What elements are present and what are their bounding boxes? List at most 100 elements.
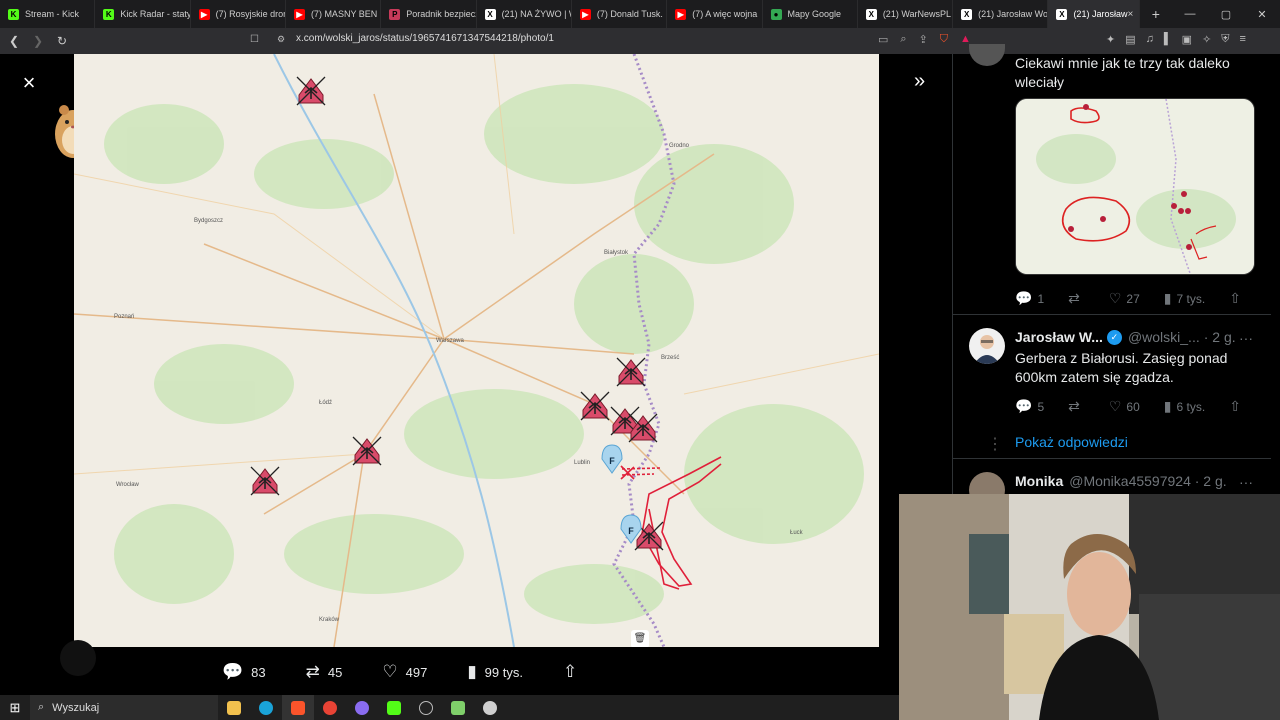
back-icon[interactable]: ❮	[4, 34, 24, 48]
tab-6[interactable]: ▶ (7) Donald Tusk.	[572, 0, 668, 28]
taskbar-search[interactable]: ⌕ Wyszukaj	[30, 695, 218, 720]
reply1-reply-count: 1	[1037, 291, 1045, 306]
leo-icon[interactable]: ✧	[1202, 33, 1211, 46]
reply1-views-count: 7 tys.	[1176, 291, 1206, 306]
like-button[interactable]: ♡ 497	[382, 662, 427, 682]
reply2-views-button[interactable]: ▮ 6 tys.	[1164, 398, 1205, 415]
discord-icon[interactable]	[346, 695, 378, 720]
reply-icon: 💬	[1015, 290, 1033, 306]
zoom-icon[interactable]: ⌕	[900, 33, 906, 46]
tab-5[interactable]: X (21) NA ŻYWO | W	[477, 0, 572, 28]
close-window-button[interactable]: ✕	[1244, 8, 1280, 21]
tab-8[interactable]: ● Mapy Google	[763, 0, 858, 28]
author-handle[interactable]: @wolski_...	[1128, 329, 1200, 345]
reply2-reply-button[interactable]: 💬 5	[1015, 398, 1044, 415]
reply1-views-button[interactable]: ▮ 7 tys.	[1164, 290, 1205, 307]
map-label-warszawa: Warszawa	[436, 338, 464, 344]
reply2-reply-count: 5	[1037, 399, 1045, 414]
reply2-repost-button[interactable]: ⇄	[1068, 398, 1085, 415]
address-bar: ❮ ❯ ↻ ☐ ⚙ x.com/wolski_jaros/status/1965…	[0, 28, 1280, 54]
tab-close-icon[interactable]: ×	[1127, 9, 1133, 20]
kick-app-icon[interactable]	[378, 695, 410, 720]
author-name[interactable]: Monika	[1015, 473, 1063, 489]
reply2-share-button[interactable]: ⇧	[1229, 398, 1246, 415]
close-viewer-button[interactable]: ×	[18, 72, 40, 94]
author-name[interactable]: Jarosław W...	[1015, 329, 1103, 345]
tab-10[interactable]: X (21) Jarosław Wo	[953, 0, 1049, 28]
bar-chart-icon: ▮	[467, 662, 477, 681]
reload-icon[interactable]: ↻	[52, 34, 72, 48]
app-icon[interactable]	[442, 695, 474, 720]
maximize-button[interactable]: ▢	[1208, 8, 1244, 21]
tab-9[interactable]: X (21) WarNewsPL	[858, 0, 954, 28]
search-icon: ⌕	[38, 701, 45, 713]
like-count: 497	[405, 664, 428, 680]
cast-icon[interactable]: ▭	[878, 33, 888, 46]
forward-icon[interactable]: ❯	[28, 34, 48, 48]
obs-icon[interactable]	[410, 695, 442, 720]
tab-7[interactable]: ▶ (7) A więc wojna	[667, 0, 763, 28]
repost-icon: ⇄	[305, 662, 320, 681]
panel-icon[interactable]: ▌	[1164, 33, 1172, 46]
vpn-icon[interactable]: ⛨	[1221, 33, 1229, 46]
sidebar-icon[interactable]: ▤	[1125, 33, 1135, 46]
more-options-icon[interactable]: ···	[1239, 474, 1253, 490]
repost-button[interactable]: ⇄ 45	[306, 662, 343, 682]
underlay-avatar	[60, 640, 96, 676]
webcam-feed	[899, 494, 1280, 720]
reply-button[interactable]: 💬 83	[222, 662, 266, 682]
reply2-like-button[interactable]: ♡ 60	[1109, 398, 1140, 415]
avatar[interactable]	[969, 328, 1005, 364]
tab-label: (7) A więc wojna	[692, 9, 758, 19]
steam-icon[interactable]	[474, 695, 506, 720]
more-options-icon[interactable]: ···	[1239, 330, 1253, 346]
new-tab-button[interactable]: +	[1140, 6, 1172, 22]
tab-3[interactable]: ▶ (7) MASNY BEN -	[286, 0, 382, 28]
extensions-icon[interactable]: ✦	[1106, 33, 1115, 46]
map-label-krakow: Kraków	[319, 617, 340, 623]
url-field[interactable]: x.com/wolski_jaros/status/19657416713475…	[296, 33, 554, 44]
show-replies-link[interactable]: Pokaż odpowiedzi	[1015, 434, 1128, 450]
tab-2[interactable]: ▶ (7) Rosyjskie dron	[191, 0, 286, 28]
menu-icon[interactable]: ≡	[1240, 33, 1246, 46]
tab-favicon-icon: X	[865, 8, 877, 20]
windows-start-icon[interactable]: ⊞	[0, 700, 30, 716]
music-icon[interactable]: ♫	[1146, 33, 1154, 46]
share-icon[interactable]: ⇪	[919, 33, 928, 46]
views-button[interactable]: ▮ 99 tys.	[467, 662, 523, 682]
edge-icon[interactable]	[250, 695, 282, 720]
reply-text: Gerbera z Białorusi. Zasięg ponad 600km …	[1015, 350, 1228, 385]
reply1-like-button[interactable]: ♡ 27	[1109, 290, 1140, 307]
bookmark-icon[interactable]: ☐	[250, 34, 259, 45]
reply2-author: Jarosław W... ✓ @wolski_... · 2 g.	[1015, 329, 1236, 345]
brave-shield-icon[interactable]: ⛉	[940, 33, 948, 46]
tab-4[interactable]: P Poradnik bezpiecz	[381, 0, 477, 28]
chrome-icon[interactable]	[314, 695, 346, 720]
expand-panel-button[interactable]: »	[914, 70, 925, 93]
repost-count: 45	[327, 664, 343, 680]
tab-1[interactable]: K Kick Radar - staty	[95, 0, 191, 28]
file-explorer-icon[interactable]	[218, 695, 250, 720]
brave-icon[interactable]	[282, 695, 314, 720]
avatar[interactable]	[969, 44, 1005, 66]
upload-icon: ⇧	[562, 662, 578, 681]
reply-image[interactable]	[1015, 98, 1255, 275]
tab-active[interactable]: X (21) Jarosław ×	[1048, 0, 1140, 28]
minimize-button[interactable]: —	[1172, 8, 1208, 21]
tab-label: (21) Jarosław	[1073, 9, 1128, 19]
site-info-icon[interactable]: ⚙	[277, 34, 285, 45]
wallet-icon[interactable]: ▣	[1182, 33, 1192, 46]
reply1-share-button[interactable]: ⇧	[1229, 290, 1246, 307]
trash-icon[interactable]: 🗑	[631, 630, 649, 647]
reply1-reply-button[interactable]: 💬 1	[1015, 290, 1044, 307]
reply1-repost-button[interactable]: ⇄	[1068, 290, 1085, 307]
tab-0[interactable]: K Stream - Kick	[0, 0, 96, 28]
share-button[interactable]: ⇧	[563, 662, 585, 682]
author-handle[interactable]: @Monika45597924 · 2 g.	[1069, 473, 1226, 489]
reply-icon: 💬	[1015, 398, 1033, 414]
map-label-lublin: Lublin	[574, 460, 590, 466]
map-label-bydgoszcz: Bydgoszcz	[194, 218, 223, 224]
tab-favicon-icon: K	[103, 8, 115, 20]
tab-favicon-icon: ▶	[293, 8, 305, 20]
tab-label: (21) WarNewsPL	[882, 9, 951, 19]
